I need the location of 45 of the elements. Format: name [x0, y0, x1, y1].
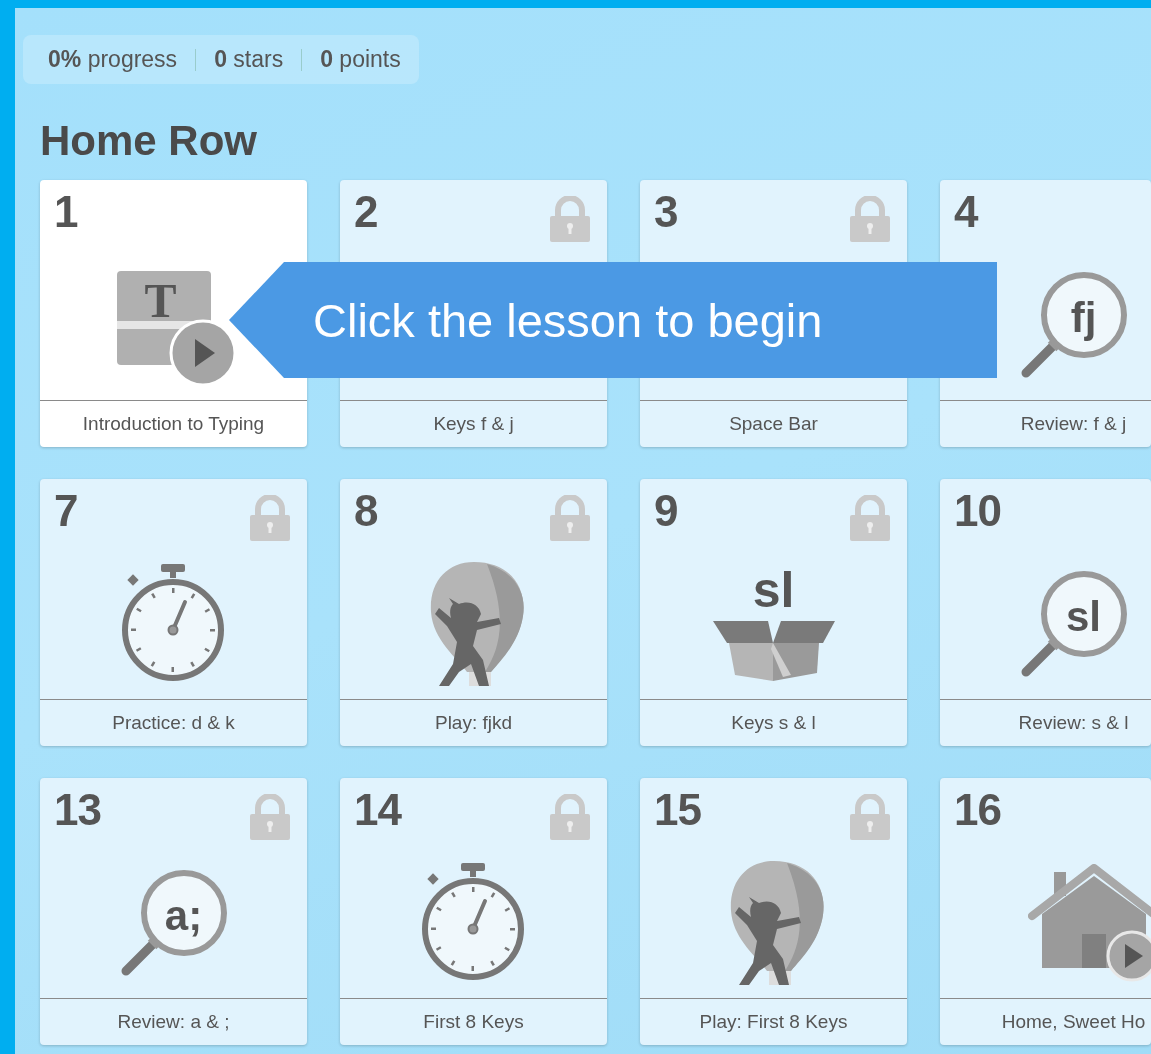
- lesson-card[interactable]: 16 Home, Sweet Ho: [940, 778, 1151, 1045]
- lesson-title: Introduction to Typing: [40, 400, 307, 447]
- lesson-title: Keys s & l: [640, 699, 907, 746]
- lesson-title: Space Bar: [640, 400, 907, 447]
- stat-text: 0% progress: [48, 46, 178, 73]
- lesson-number: 10: [954, 489, 1001, 533]
- lesson-title: Review: f & j: [940, 400, 1151, 447]
- lesson-title: Play: fjkd: [340, 699, 607, 746]
- lesson-number: 16: [954, 788, 1001, 832]
- stat-text: 0 points: [320, 46, 401, 73]
- lesson-number: 15: [654, 788, 701, 832]
- stat-text: 0 stars: [214, 46, 284, 73]
- lesson-number: 3: [654, 190, 678, 234]
- open-box-icon: [712, 621, 835, 683]
- icon-letters: fj: [1069, 297, 1098, 339]
- house-play-icon: [1027, 864, 1151, 982]
- lesson-title: Review: a & ;: [40, 998, 307, 1045]
- lesson-card[interactable]: 15 Play: First 8 Keys: [640, 778, 907, 1045]
- lesson-title: First 8 Keys: [340, 998, 607, 1045]
- lesson-title: Home, Sweet Ho: [940, 998, 1151, 1045]
- lesson-title: Play: First 8 Keys: [640, 998, 907, 1045]
- lesson-number: 2: [354, 190, 378, 234]
- lesson-card[interactable]: 10 sl Review: s & l: [940, 479, 1151, 746]
- lesson-number: 14: [354, 788, 401, 832]
- lesson-card[interactable]: 13 a; Review: a & ;: [40, 778, 307, 1045]
- lesson-card[interactable]: 1 T Introduction to Typing: [40, 180, 307, 447]
- lesson-card[interactable]: 9 sl Keys s & l: [640, 479, 907, 746]
- lesson-number: 7: [54, 489, 78, 533]
- icon-letters: sl: [752, 565, 795, 615]
- lesson-number: 13: [54, 788, 101, 832]
- lesson-number: 1: [54, 190, 78, 234]
- lesson-card[interactable]: 8 Play: fjkd: [340, 479, 607, 746]
- lesson-number: 8: [354, 489, 378, 533]
- icon-letter: T: [144, 277, 177, 325]
- lesson-card[interactable]: 14 First 8 Keys: [340, 778, 607, 1045]
- lesson-title: Review: s & l: [940, 699, 1151, 746]
- section-title: Home Row: [40, 120, 258, 162]
- lesson-card[interactable]: 7 Practice: d & k: [40, 479, 307, 746]
- hint-tooltip: Click the lesson to begin: [229, 262, 997, 378]
- icon-letters: a;: [163, 895, 204, 937]
- lesson-number: 9: [654, 489, 678, 533]
- lesson-number: 4: [954, 190, 978, 234]
- lesson-title: Practice: d & k: [40, 699, 307, 746]
- lesson-title: Keys f & j: [340, 400, 607, 447]
- icon-letters: sl: [1065, 596, 1102, 638]
